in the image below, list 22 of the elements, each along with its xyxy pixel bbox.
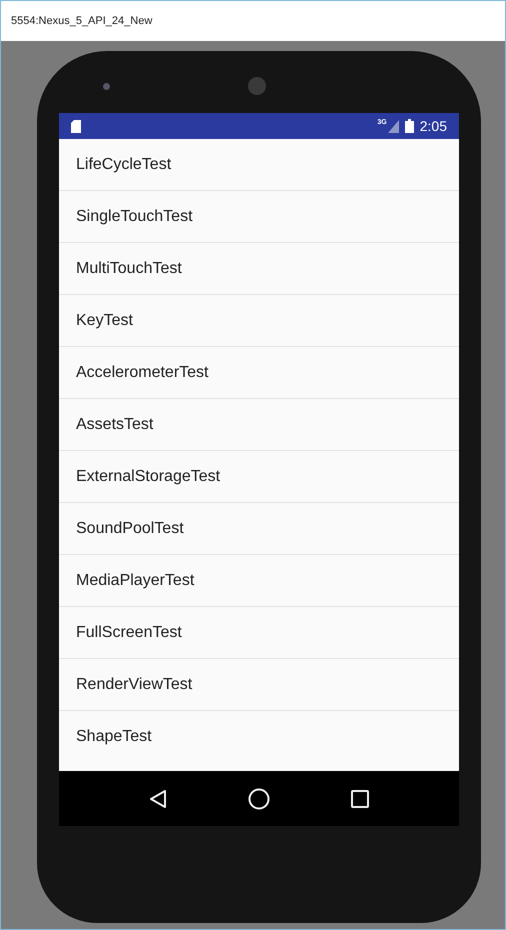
recents-icon[interactable] — [350, 790, 369, 808]
home-icon[interactable] — [248, 788, 270, 810]
battery-icon — [404, 119, 414, 133]
clock-time: 2:05 — [420, 116, 447, 136]
list-item[interactable]: LifeCycleTest — [59, 139, 459, 191]
signal-icon — [388, 120, 399, 132]
speaker-icon — [248, 77, 266, 95]
window-title: 5554:Nexus_5_API_24_New — [11, 14, 152, 29]
list-item[interactable]: AssetsTest — [59, 399, 459, 451]
sd-card-icon — [71, 120, 81, 132]
list-item[interactable]: AccelerometerTest — [59, 347, 459, 399]
list-item[interactable]: ShapeTest — [59, 711, 459, 761]
list-item[interactable]: MultiTouchTest — [59, 243, 459, 295]
list-item[interactable]: KeyTest — [59, 295, 459, 347]
back-icon[interactable] — [149, 788, 168, 808]
list-item[interactable]: SoundPoolTest — [59, 503, 459, 555]
list-item[interactable]: ExternalStorageTest — [59, 451, 459, 503]
camera-icon — [103, 83, 110, 90]
list-item[interactable]: RenderViewTest — [59, 659, 459, 711]
list-item[interactable]: SingleTouchTest — [59, 191, 459, 243]
list-item[interactable]: FullScreenTest — [59, 607, 459, 659]
list-item[interactable]: MediaPlayerTest — [59, 555, 459, 607]
